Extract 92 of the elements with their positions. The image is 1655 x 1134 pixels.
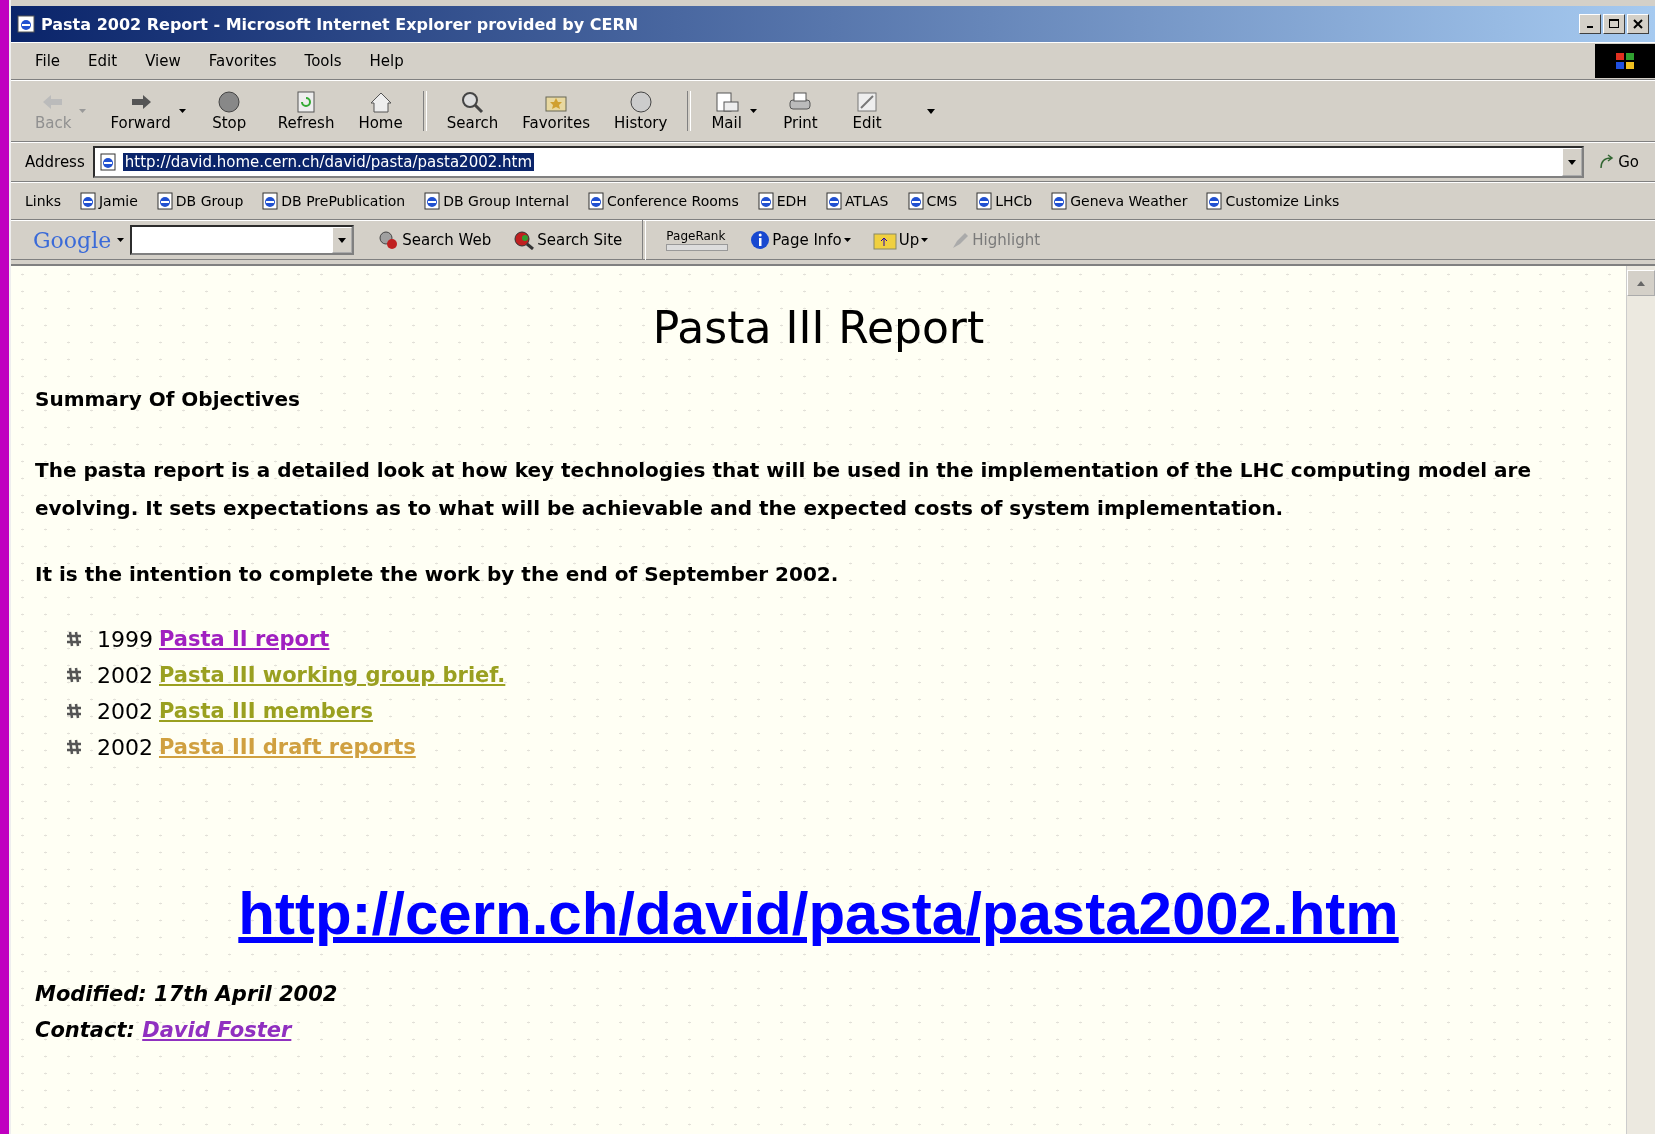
- close-icon: [1633, 19, 1643, 29]
- windows-logo: [1595, 44, 1655, 78]
- dropdown-arrow-icon[interactable]: [749, 109, 757, 113]
- toolbar-button[interactable]: Forward: [100, 88, 196, 134]
- link-button[interactable]: DB Group Internal: [423, 192, 570, 210]
- toolbar-button[interactable]: PageRank: [658, 229, 737, 251]
- pagerank-meter: [666, 244, 729, 251]
- link-button[interactable]: Conference Rooms: [587, 192, 739, 210]
- link-button[interactable]: EDH: [756, 192, 807, 210]
- section-heading: Summary Of Objectives: [35, 387, 301, 411]
- link-button[interactable]: DB PrePublication: [261, 192, 406, 210]
- more-arrow-icon[interactable]: [926, 108, 935, 114]
- window-title: Pasta 2002 Report - Microsoft Internet Explorer provided by CERN: [41, 14, 640, 34]
- minimize-button[interactable]: [1579, 14, 1601, 34]
- year-label: 2002: [97, 698, 153, 724]
- page-icon: [98, 153, 117, 171]
- highlighter-icon: [950, 230, 971, 250]
- page-icon: [756, 192, 775, 210]
- page-icon: [824, 192, 843, 210]
- link-button[interactable]: Jamie: [78, 192, 138, 210]
- dropdown-arrow-icon[interactable]: [178, 109, 186, 113]
- bullet-icon: [65, 738, 83, 756]
- bullet-icon: [65, 702, 83, 720]
- toolbar-button[interactable]: Search Site: [505, 230, 631, 250]
- bullet-icon: [65, 666, 83, 684]
- dropdown-arrow-icon[interactable]: [843, 238, 851, 242]
- page-url-link[interactable]: http://cern.ch/david/pasta/pasta2002.htm: [238, 880, 1399, 947]
- scrollbar[interactable]: [1626, 266, 1655, 1134]
- search-icon: [459, 90, 486, 114]
- toolbar-button[interactable]: Page Info: [742, 230, 859, 250]
- toolbar-button[interactable]: Stop: [199, 88, 264, 134]
- page-icon: [587, 192, 606, 210]
- page-icon: [975, 192, 994, 210]
- modified-date: Modified: 17th April 2002: [35, 981, 339, 1008]
- toolbar-button[interactable]: History: [604, 88, 678, 134]
- minimize-icon: [1587, 26, 1593, 28]
- link-button[interactable]: Geneva Weather: [1050, 192, 1188, 210]
- page-icon: [1205, 192, 1224, 210]
- address-field[interactable]: http://david.home.cern.ch/david/pasta/pasta2002.htm: [92, 146, 1585, 178]
- go-button[interactable]: Go: [1592, 153, 1655, 171]
- dropdown-arrow-icon[interactable]: [117, 238, 125, 242]
- toolbar-button[interactable]: Edit: [838, 88, 903, 134]
- year-label: 2002: [97, 662, 153, 688]
- toolbar-button[interactable]: Search Web: [370, 230, 500, 250]
- page-icon: [906, 192, 925, 210]
- magnifier-icon: [513, 230, 536, 250]
- page-icon: [78, 192, 97, 210]
- toolbar-button[interactable]: Home: [348, 88, 413, 134]
- menu-item[interactable]: Favorites: [198, 50, 287, 72]
- contact-link[interactable]: David Foster: [142, 1018, 292, 1042]
- folder-icon: [872, 230, 897, 250]
- maximize-icon: [1609, 19, 1619, 29]
- contact-label: Contact:: [35, 1018, 135, 1042]
- link-button[interactable]: DB Group: [155, 192, 244, 210]
- year-label: 1999: [97, 626, 153, 652]
- page-icon: [261, 192, 280, 210]
- toolbar-button[interactable]: Favorites: [512, 88, 600, 134]
- maximize-button[interactable]: [1603, 14, 1625, 34]
- address-label: Address: [25, 153, 85, 171]
- links-label: Links: [25, 193, 61, 209]
- menu-item[interactable]: Tools: [294, 50, 352, 72]
- toolbar-button[interactable]: Mail: [701, 88, 767, 134]
- bullet-icon: [65, 630, 83, 648]
- up-arrow-icon: [1637, 280, 1645, 286]
- page-title: Pasta III Report: [651, 302, 986, 353]
- page-icon: [423, 192, 442, 210]
- toolbar-button[interactable]: Print: [770, 88, 835, 134]
- scroll-up-button[interactable]: [1627, 270, 1655, 296]
- menu-item[interactable]: Help: [359, 50, 414, 72]
- document-link[interactable]: Pasta II report: [159, 627, 330, 651]
- menu-item[interactable]: View: [135, 50, 191, 72]
- toolbar-button[interactable]: Refresh: [267, 88, 345, 134]
- stop-icon: [216, 90, 243, 114]
- search-field[interactable]: [130, 225, 355, 255]
- page-icon: [155, 192, 174, 210]
- paragraph: It is the intention to complete the work by the end of September 2002.: [35, 561, 840, 588]
- link-button[interactable]: CMS: [906, 192, 958, 210]
- menu-item[interactable]: File: [25, 50, 71, 72]
- toolbar-button[interactable]: Search: [436, 88, 509, 134]
- link-button[interactable]: Customize Links: [1205, 192, 1340, 210]
- close-button[interactable]: [1627, 14, 1649, 34]
- year-label: 2002: [97, 734, 153, 760]
- dropdown-arrow-icon[interactable]: [338, 237, 347, 243]
- dropdown-arrow-icon[interactable]: [921, 238, 929, 242]
- link-button[interactable]: LHCb: [975, 192, 1033, 210]
- link-button[interactable]: ATLAS: [824, 192, 889, 210]
- page-icon: [17, 15, 35, 33]
- info-icon: [750, 230, 771, 250]
- menu-item[interactable]: Edit: [78, 50, 128, 72]
- toolbar-button[interactable]: Up: [864, 230, 937, 250]
- paragraph: The pasta report is a detailed look at how key technologies that will be used in the implementation of the LHC computing model are evolving. It sets expectations as to what will be achievable and the expected costs of system implementation.: [35, 457, 1532, 522]
- page-icon: [1050, 192, 1069, 210]
